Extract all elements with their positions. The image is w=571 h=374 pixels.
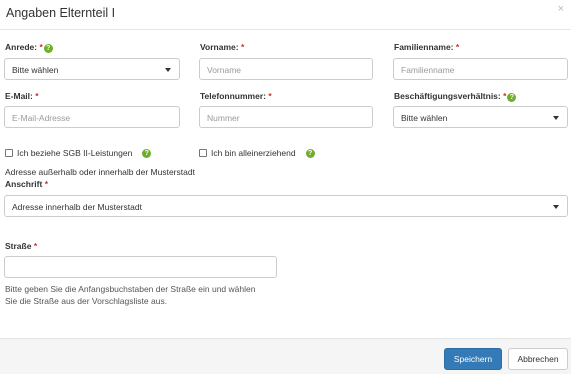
required-marker: * xyxy=(240,42,245,52)
beschaeftigung-select[interactable]: Bitte wählen xyxy=(393,106,568,128)
anrede-label: Anrede: *? xyxy=(5,42,53,53)
caret-down-icon xyxy=(553,205,559,209)
vorname-label: Vorname: * xyxy=(200,42,245,52)
help-icon[interactable]: ? xyxy=(43,44,53,53)
required-marker: * xyxy=(33,241,38,251)
email-input[interactable]: E-Mail-Adresse xyxy=(4,106,180,128)
sgb-checkbox[interactable]: Ich beziehe SGB II-Leistungen ? xyxy=(5,148,152,158)
help-icon[interactable]: ? xyxy=(305,148,315,158)
dialog-title: Angaben Elternteil I xyxy=(6,6,116,20)
required-marker: * xyxy=(44,179,48,189)
familienname-input[interactable]: Familienname xyxy=(393,58,568,80)
anschrift-label: Anschrift * xyxy=(5,179,48,189)
required-marker: * xyxy=(455,42,460,52)
required-marker: * xyxy=(35,91,39,101)
required-marker: * xyxy=(268,91,272,101)
telefon-label: Telefonnummer: * xyxy=(200,91,272,101)
dialog-header: Angaben Elternteil I × xyxy=(0,0,571,30)
address-note: Adresse außerhalb oder innerhalb der Mus… xyxy=(5,167,195,177)
caret-down-icon xyxy=(553,116,559,120)
anschrift-select[interactable]: Adresse innerhalb der Musterstadt xyxy=(4,195,568,217)
close-icon[interactable]: × xyxy=(558,4,564,15)
help-icon[interactable]: ? xyxy=(142,148,152,158)
strasse-input[interactable] xyxy=(4,256,277,278)
help-icon[interactable]: ? xyxy=(507,93,517,102)
strasse-label: Straße * xyxy=(5,241,38,251)
checkbox-box[interactable] xyxy=(5,149,13,157)
beschaeftigung-label: Beschäftigungsverhältnis: *? xyxy=(394,91,517,102)
anrede-select[interactable]: Bitte wählen xyxy=(4,58,180,80)
strasse-hint: Bitte geben Sie die Anfangsbuchstaben de… xyxy=(5,284,256,306)
cancel-button[interactable]: Abbrechen xyxy=(508,348,568,370)
vorname-input[interactable]: Vorname xyxy=(199,58,373,80)
familienname-label: Familienname: * xyxy=(394,42,460,52)
alleinerziehend-checkbox[interactable]: Ich bin alleinerziehend ? xyxy=(199,148,315,158)
checkbox-box[interactable] xyxy=(199,149,207,157)
save-button[interactable]: Speichern xyxy=(444,348,502,370)
caret-down-icon xyxy=(165,68,171,72)
required-marker: * xyxy=(503,91,507,101)
required-marker: * xyxy=(39,42,43,52)
telefon-input[interactable]: Nummer xyxy=(199,106,373,128)
email-label: E-Mail: * xyxy=(5,91,39,101)
